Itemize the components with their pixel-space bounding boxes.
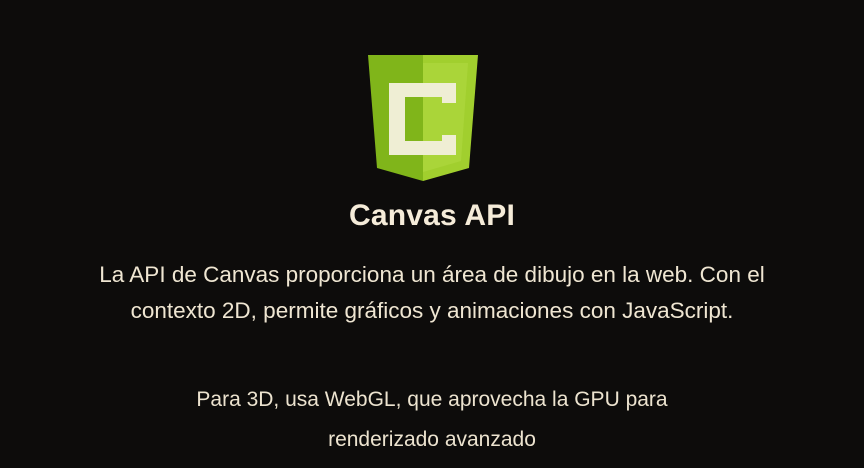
description-line-1: La API de Canvas proporciona un área de … xyxy=(99,262,765,287)
description-text: La API de Canvas proporciona un área de … xyxy=(20,257,844,329)
description-line-2: contexto 2D, permite gráficos y animacio… xyxy=(130,298,734,323)
canvas-shield-icon xyxy=(368,55,478,181)
note-line-2: renderizado avanzado xyxy=(328,428,536,451)
webgl-note: Para 3D, usa WebGL, que aprovecha la GPU… xyxy=(20,380,844,460)
canvas-logo xyxy=(368,55,478,181)
page-title: Canvas API xyxy=(349,199,515,232)
note-line-1: Para 3D, usa WebGL, que aprovecha la GPU… xyxy=(196,388,668,411)
